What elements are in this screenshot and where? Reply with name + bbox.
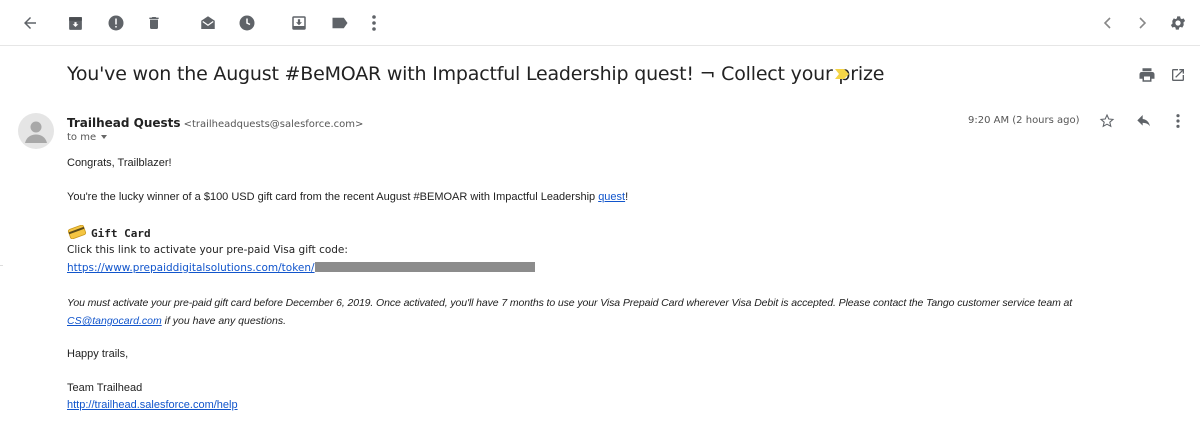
delete-icon[interactable] bbox=[143, 12, 165, 34]
open-in-new-window-icon[interactable] bbox=[1167, 64, 1189, 86]
signoff: Happy trails, bbox=[67, 348, 129, 360]
winner-end: ! bbox=[625, 191, 629, 203]
help-link[interactable]: http://trailhead.salesforce.com/help bbox=[67, 399, 238, 411]
star-icon[interactable] bbox=[1096, 110, 1118, 132]
activation-notice-line1: You must activate your pre-paid gift car… bbox=[67, 297, 1073, 309]
next-icon[interactable] bbox=[1131, 12, 1153, 34]
notice-end: if you have any questions. bbox=[161, 315, 287, 327]
message-more-icon[interactable] bbox=[1167, 110, 1189, 132]
recipient-label: to me bbox=[67, 132, 97, 143]
activation-link[interactable]: https://www.prepaiddigitalsolutions.com/… bbox=[67, 262, 315, 274]
credit-card-icon bbox=[67, 224, 87, 240]
more-vert-icon[interactable] bbox=[363, 12, 385, 34]
email-subject: You've won the August #BeMOAR with Impac… bbox=[67, 63, 885, 85]
winner-paragraph: You're the lucky winner of a $100 USD gi… bbox=[67, 191, 628, 203]
sender-name[interactable]: Trailhead Quests bbox=[67, 116, 181, 130]
gift-card-heading: Gift Card bbox=[67, 224, 151, 240]
toolbar bbox=[0, 0, 1200, 46]
recipient-details[interactable]: to me bbox=[67, 132, 108, 143]
tango-email-link[interactable]: CS@tangocard.com bbox=[67, 315, 162, 327]
gift-card-title: Gift Card bbox=[91, 227, 151, 240]
greeting: Congrats, Trailblazer! bbox=[67, 157, 172, 169]
winner-text: You're the lucky winner of a $100 USD gi… bbox=[67, 191, 599, 203]
mark-unread-icon[interactable] bbox=[197, 12, 219, 34]
back-arrow-icon[interactable] bbox=[19, 12, 41, 34]
chevron-down-icon[interactable] bbox=[101, 135, 108, 139]
subject-row: You've won the August #BeMOAR with Impac… bbox=[0, 56, 1200, 96]
report-spam-icon[interactable] bbox=[105, 12, 127, 34]
prev-icon[interactable] bbox=[1097, 12, 1119, 34]
help-link-row: http://trailhead.salesforce.com/help bbox=[67, 399, 238, 411]
activation-link-row: https://www.prepaiddigitalsolutions.com/… bbox=[67, 262, 535, 274]
sender: Trailhead Quests <trailheadquests@salesfo… bbox=[67, 114, 363, 132]
sender-email: <trailheadquests@salesforce.com> bbox=[183, 119, 364, 130]
quest-link[interactable]: quest bbox=[598, 191, 625, 203]
important-marker-icon[interactable] bbox=[834, 68, 850, 80]
redacted-token bbox=[314, 262, 535, 272]
snooze-icon[interactable] bbox=[236, 12, 258, 34]
divider bbox=[0, 265, 3, 266]
label-icon[interactable] bbox=[329, 12, 351, 34]
timestamp: 9:20 AM (2 hours ago) bbox=[968, 115, 1080, 126]
avatar[interactable] bbox=[18, 113, 54, 149]
person-icon bbox=[25, 121, 47, 143]
reply-icon[interactable] bbox=[1133, 110, 1155, 132]
print-icon[interactable] bbox=[1136, 64, 1158, 86]
activation-notice-line2: CS@tangocard.com if you have any questio… bbox=[67, 315, 286, 327]
move-to-icon[interactable] bbox=[288, 12, 310, 34]
team-name: Team Trailhead bbox=[67, 382, 143, 394]
settings-icon[interactable] bbox=[1167, 12, 1189, 34]
activate-text: Click this link to activate your pre-pai… bbox=[67, 244, 348, 256]
archive-icon[interactable] bbox=[64, 12, 86, 34]
